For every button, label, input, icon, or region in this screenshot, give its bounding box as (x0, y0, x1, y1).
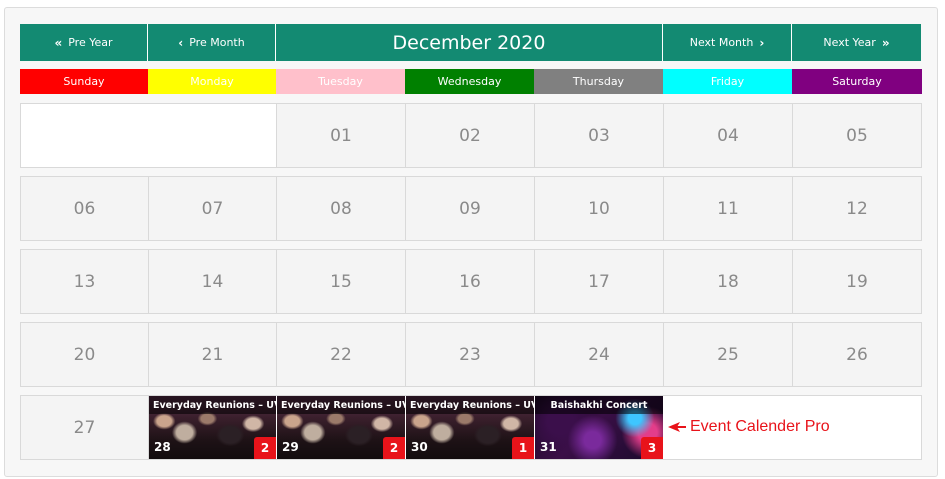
weekday-friday: Friday (663, 69, 792, 94)
week-row: 20 21 22 23 24 25 26 (20, 322, 922, 387)
day-cell[interactable]: 07 (149, 177, 277, 240)
event-day-number: 30 (411, 440, 428, 454)
day-cell[interactable]: 15 (277, 250, 406, 313)
month-title: December 2020 (276, 24, 663, 61)
pre-year-button[interactable]: « Pre Year (20, 24, 148, 61)
week-row: 01 02 03 04 05 (20, 103, 922, 168)
day-cell[interactable]: 27 (21, 396, 149, 459)
annotation: Event Calender Pro (668, 418, 830, 436)
weekday-thursday: Thursday (534, 69, 663, 94)
weekday-tuesday: Tuesday (276, 69, 405, 94)
next-month-label: Next Month (689, 36, 754, 49)
event-count-badge: 2 (383, 437, 405, 459)
day-cell[interactable]: 24 (535, 323, 664, 386)
event-cell[interactable]: Everyday Reunions – UVA 30 1 (406, 396, 535, 459)
event-cell[interactable]: Baishakhi Concert 31 3 (535, 396, 664, 459)
day-cell[interactable]: 21 (149, 323, 277, 386)
day-cell[interactable]: 19 (793, 250, 921, 313)
day-cell[interactable]: 05 (793, 104, 921, 167)
day-cell[interactable]: 06 (21, 177, 149, 240)
day-cell[interactable]: 23 (406, 323, 535, 386)
day-cell[interactable]: 02 (406, 104, 535, 167)
weekday-saturday: Saturday (792, 69, 922, 94)
event-count-badge: 2 (254, 437, 276, 459)
chevron-right-icon: › (759, 35, 765, 50)
weekday-sunday: Sunday (20, 69, 148, 94)
next-year-label: Next Year (823, 36, 876, 49)
week-row: 13 14 15 16 17 18 19 (20, 249, 922, 314)
weekday-monday: Monday (148, 69, 276, 94)
event-cell[interactable]: Everyday Reunions – UVA 29 2 (277, 396, 406, 459)
day-cell[interactable]: 17 (535, 250, 664, 313)
event-title: Baishakhi Concert (535, 396, 663, 414)
event-day-number: 28 (154, 440, 171, 454)
day-cell[interactable]: 26 (793, 323, 921, 386)
day-cell[interactable]: 09 (406, 177, 535, 240)
pre-month-label: Pre Month (189, 36, 245, 49)
weekday-wednesday: Wednesday (405, 69, 534, 94)
day-cell[interactable]: 01 (277, 104, 406, 167)
event-title: Everyday Reunions – UVA (277, 396, 405, 414)
event-day-number: 29 (282, 440, 299, 454)
day-cell[interactable]: 04 (664, 104, 793, 167)
event-day-number: 31 (540, 440, 557, 454)
weekday-header: Sunday Monday Tuesday Wednesday Thursday… (20, 69, 922, 94)
week-row: 06 07 08 09 10 11 12 (20, 176, 922, 241)
double-chevron-left-icon: « (54, 35, 63, 50)
day-cell[interactable]: 22 (277, 323, 406, 386)
day-cell[interactable]: 12 (793, 177, 921, 240)
double-chevron-right-icon: » (881, 35, 890, 50)
chevron-left-icon: ‹ (178, 35, 184, 50)
event-count-badge: 1 (512, 437, 534, 459)
day-cell[interactable]: 18 (664, 250, 793, 313)
next-month-button[interactable]: Next Month › (663, 24, 792, 61)
event-count-badge: 3 (641, 437, 663, 459)
day-cell[interactable]: 14 (149, 250, 277, 313)
day-cell[interactable]: 03 (535, 104, 664, 167)
arrow-left-icon (668, 422, 686, 432)
day-cell[interactable]: 11 (664, 177, 793, 240)
calendar-header: « Pre Year ‹ Pre Month December 2020 Nex… (20, 24, 922, 61)
day-cell[interactable]: 20 (21, 323, 149, 386)
day-cell[interactable]: 10 (535, 177, 664, 240)
day-cell[interactable]: 25 (664, 323, 793, 386)
day-cell[interactable]: 08 (277, 177, 406, 240)
day-cell[interactable]: 16 (406, 250, 535, 313)
pre-year-label: Pre Year (68, 36, 113, 49)
annotation-text: Event Calender Pro (690, 418, 830, 435)
event-title: Everyday Reunions – UVA (149, 396, 276, 414)
pre-month-button[interactable]: ‹ Pre Month (148, 24, 276, 61)
event-cell[interactable]: Everyday Reunions – UVA 28 2 (149, 396, 277, 459)
event-title: Everyday Reunions – UVA (406, 396, 534, 414)
empty-day-cell (21, 104, 277, 167)
next-year-button[interactable]: Next Year » (792, 24, 921, 61)
day-cell[interactable]: 13 (21, 250, 149, 313)
